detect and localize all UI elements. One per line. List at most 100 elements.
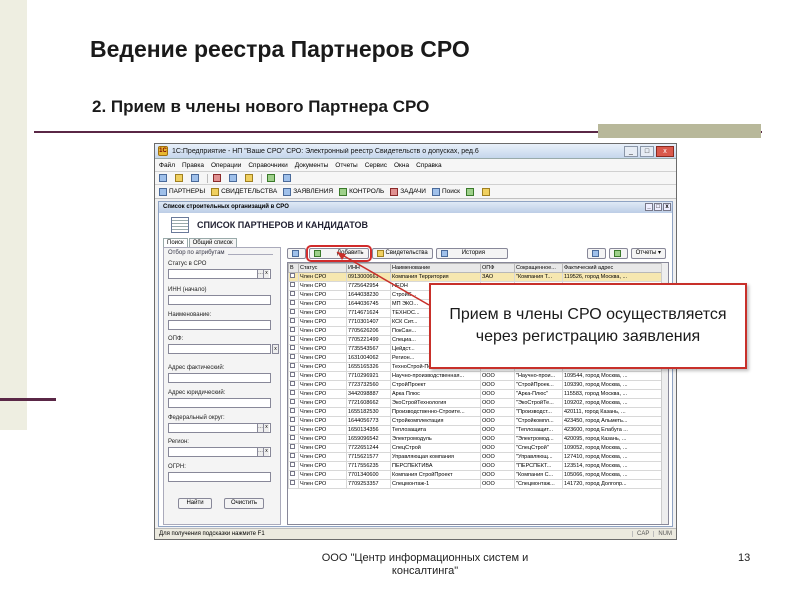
name-field[interactable] xyxy=(168,320,271,330)
row-checkbox[interactable] xyxy=(290,408,295,413)
row-checkbox-cell[interactable] xyxy=(288,434,299,444)
tab-general-list[interactable]: Общий список xyxy=(188,238,237,247)
table-row[interactable]: Член СРО 1659096542 Электромодуль ООО "Элект… xyxy=(288,434,663,444)
child-minimize-icon[interactable]: _ xyxy=(645,203,653,211)
row-checkbox[interactable] xyxy=(290,300,295,305)
row-checkbox-cell[interactable] xyxy=(288,389,299,399)
opf-clear-icon[interactable]: x xyxy=(272,344,279,354)
row-checkbox[interactable] xyxy=(290,435,295,440)
table-row[interactable]: Член СРО 7721608662 ЭкоСтройТехнология ООО "… xyxy=(288,398,663,408)
paste-button[interactable] xyxy=(245,174,255,182)
reports-dropdown-button[interactable]: Отчеты ▾ xyxy=(630,248,666,259)
section-control-button[interactable]: КОНТРОЛЬ xyxy=(339,187,384,196)
row-checkbox-cell[interactable] xyxy=(288,443,299,453)
row-checkbox[interactable] xyxy=(290,345,295,350)
section-applications-button[interactable]: ЗАЯВЛЕНИЯ xyxy=(283,187,333,196)
table-row[interactable]: Член СРО 1644056773 Стройкомплектация ООО "С… xyxy=(288,416,663,426)
clear-x-icon[interactable]: x xyxy=(263,424,269,432)
menu-documents[interactable]: Документы xyxy=(295,162,329,169)
row-checkbox[interactable] xyxy=(290,372,295,377)
menu-service[interactable]: Сервис xyxy=(365,162,387,169)
minimize-button[interactable]: _ xyxy=(624,145,638,157)
open-button[interactable] xyxy=(175,174,185,182)
clear-x-icon[interactable]: x xyxy=(263,270,269,278)
row-checkbox[interactable] xyxy=(290,318,295,323)
table-row[interactable]: Член СРО 1655182530 Производственно-Строит… xyxy=(288,407,663,417)
table-row[interactable]: Член СРО 1650134356 Теплозащита ООО "Теплоза… xyxy=(288,425,663,435)
row-checkbox[interactable] xyxy=(290,336,295,341)
row-checkbox[interactable] xyxy=(290,471,295,476)
fed-district-field[interactable]: … x xyxy=(168,423,271,433)
menu-file[interactable]: Файл xyxy=(159,162,175,169)
row-checkbox-cell[interactable] xyxy=(288,425,299,435)
row-checkbox[interactable] xyxy=(290,417,295,422)
column-header[interactable]: Статус xyxy=(298,263,347,273)
column-header[interactable]: Фактический адрес xyxy=(562,263,663,273)
row-checkbox-cell[interactable] xyxy=(288,362,299,372)
row-checkbox[interactable] xyxy=(290,453,295,458)
section-search-button[interactable]: Поиск xyxy=(431,187,460,196)
row-checkbox-cell[interactable] xyxy=(288,290,299,300)
row-checkbox-cell[interactable] xyxy=(288,281,299,291)
menu-edit[interactable]: Правка xyxy=(182,162,204,169)
column-header[interactable]: В xyxy=(288,263,299,273)
table-row[interactable]: Член СРО 7722651244 СпецСтрой ООО "СпецСтрой… xyxy=(288,443,663,453)
table-row[interactable]: Член СРО 7723732560 СтройПроект ООО "СтройПр… xyxy=(288,380,663,390)
menu-reports[interactable]: Отчеты xyxy=(335,162,357,169)
row-checkbox-cell[interactable] xyxy=(288,452,299,462)
maximize-button[interactable]: □ xyxy=(640,145,654,157)
row-checkbox[interactable] xyxy=(290,273,295,278)
table-row[interactable]: Член СРО 7710296921 Научно-производственна… xyxy=(288,371,663,381)
inn-field[interactable] xyxy=(168,295,271,305)
row-checkbox-cell[interactable] xyxy=(288,371,299,381)
help-toolbar-button[interactable] xyxy=(283,174,293,182)
row-checkbox-cell[interactable] xyxy=(288,335,299,345)
cut-button[interactable] xyxy=(213,174,223,182)
row-checkbox-cell[interactable] xyxy=(288,479,299,489)
row-checkbox-cell[interactable] xyxy=(288,317,299,327)
status-field[interactable]: … x xyxy=(168,269,271,279)
row-checkbox-cell[interactable] xyxy=(288,398,299,408)
clear-x-icon[interactable]: x xyxy=(263,448,269,456)
menu-help[interactable]: Справка xyxy=(416,162,442,169)
toolbar-extra-button-2[interactable] xyxy=(481,187,492,196)
clear-button[interactable]: Очистить xyxy=(224,498,264,509)
row-checkbox[interactable] xyxy=(290,426,295,431)
row-checkbox-cell[interactable] xyxy=(288,470,299,480)
certificates-button[interactable]: Свидетельства xyxy=(371,248,433,259)
ogrn-field[interactable] xyxy=(168,472,271,482)
addr-legal-field[interactable] xyxy=(168,398,271,408)
row-checkbox[interactable] xyxy=(290,282,295,287)
close-button[interactable]: x xyxy=(656,145,674,157)
window-titlebar[interactable]: 1С 1С:Предприятие - НП "Ваше СРО" СРО: Э… xyxy=(155,144,676,159)
row-checkbox[interactable] xyxy=(290,309,295,314)
row-checkbox[interactable] xyxy=(290,399,295,404)
menu-dropdown-button[interactable] xyxy=(287,248,306,259)
history-button[interactable]: История xyxy=(435,248,508,259)
row-checkbox-cell[interactable] xyxy=(288,407,299,417)
opf-field[interactable] xyxy=(168,344,271,354)
row-checkbox-cell[interactable] xyxy=(288,461,299,471)
column-header[interactable]: ИНН xyxy=(346,263,391,273)
table-row[interactable]: Член СРО 7701340600 Компания СтройПроект ОО… xyxy=(288,470,663,480)
addr-fact-field[interactable] xyxy=(168,373,271,383)
find-toolbar-button[interactable] xyxy=(267,174,277,182)
column-header[interactable]: ОПФ xyxy=(480,263,515,273)
row-checkbox[interactable] xyxy=(290,291,295,296)
table-row[interactable]: Член СРО 0913000661 Компания Территория ЗАО… xyxy=(288,272,663,282)
row-checkbox[interactable] xyxy=(290,327,295,332)
edit-button[interactable] xyxy=(586,248,606,259)
row-checkbox[interactable] xyxy=(290,444,295,449)
row-checkbox[interactable] xyxy=(290,354,295,359)
section-tasks-button[interactable]: ЗАДАЧИ xyxy=(390,187,426,196)
row-checkbox[interactable] xyxy=(290,363,295,368)
table-row[interactable]: Член СРО 3442098887 Арка Плюс ООО "Арка-Плюс… xyxy=(288,389,663,399)
row-checkbox-cell[interactable] xyxy=(288,416,299,426)
save-button[interactable] xyxy=(191,174,201,182)
row-checkbox-cell[interactable] xyxy=(288,299,299,309)
child-close-icon[interactable]: x xyxy=(663,203,671,211)
row-checkbox[interactable] xyxy=(290,390,295,395)
toolbar-extra-button[interactable] xyxy=(465,187,476,196)
menu-windows[interactable]: Окна xyxy=(394,162,409,169)
menu-operations[interactable]: Операции xyxy=(211,162,241,169)
